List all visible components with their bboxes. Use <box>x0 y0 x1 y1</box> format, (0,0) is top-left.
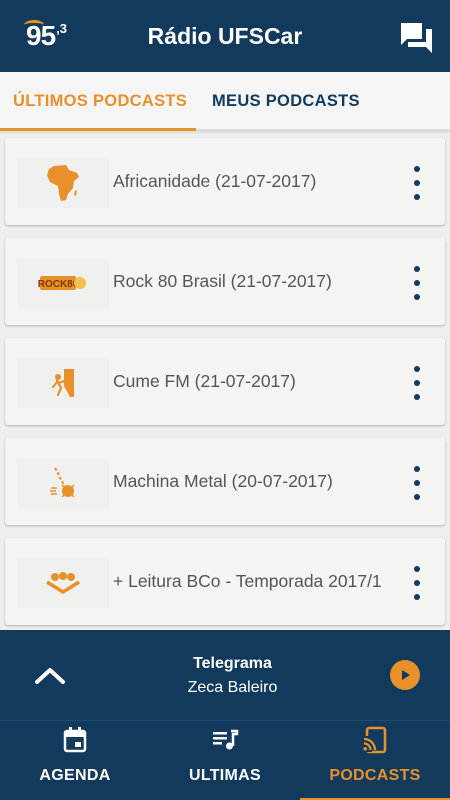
tab-latest-podcasts[interactable]: ÚLTIMOS PODCASTS <box>0 72 196 131</box>
more-options-button[interactable] <box>409 166 425 200</box>
app-bar: 95 ,3 Rádio UFSCar <box>0 0 450 72</box>
readers-group-icon <box>46 572 80 594</box>
dot <box>414 294 420 300</box>
podcast-title: Cume FM (21-07-2017) <box>113 371 296 391</box>
podcast-thumbnail <box>17 158 109 208</box>
podcast-title: Rock 80 Brasil (21-07-2017) <box>113 271 332 291</box>
podcast-title: Africanidade (21-07-2017) <box>113 171 317 191</box>
podcast-thumbnail <box>17 558 109 608</box>
more-options-button[interactable] <box>409 466 425 500</box>
podcast-thumbnail <box>17 458 109 508</box>
more-options-button[interactable] <box>409 366 425 400</box>
nav-ultimas[interactable]: ULTIMAS <box>150 721 300 800</box>
expand-player-button[interactable] <box>30 660 70 690</box>
tab-my-podcasts[interactable]: MEUS PODCASTS <box>196 72 360 130</box>
dot <box>414 166 420 172</box>
dot <box>414 266 420 272</box>
play-button[interactable] <box>390 660 420 690</box>
podcast-title: Machina Metal (20-07-2017) <box>113 471 333 491</box>
podcast-card[interactable]: Machina Metal (20-07-2017) <box>5 438 445 525</box>
dot <box>414 180 420 186</box>
more-options-button[interactable] <box>409 266 425 300</box>
podcast-card[interactable]: + Leitura BCo - Temporada 2017/1 <box>5 538 445 625</box>
podcast-card[interactable]: ROCK80 Rock 80 Brasil (21-07-2017) <box>5 238 445 325</box>
podcast-thumbnail: ROCK80 <box>17 258 109 308</box>
logo-decimal: ,3 <box>56 21 67 36</box>
nav-podcasts[interactable]: PODCASTS <box>300 721 450 800</box>
chevron-up-icon <box>35 668 65 684</box>
calendar-icon <box>63 727 87 753</box>
nav-label: AGENDA <box>39 767 111 784</box>
rock80-logo-icon: ROCK80 <box>38 276 86 290</box>
more-options-button[interactable] <box>409 566 425 600</box>
now-playing-title: Telegrama <box>193 655 272 672</box>
app-logo: 95 ,3 <box>24 20 67 50</box>
dot <box>414 580 420 586</box>
podcast-thumbnail <box>17 358 109 408</box>
dot <box>414 194 420 200</box>
app-title: Rádio UFSCar <box>147 22 303 49</box>
podcast-list[interactable]: Africanidade (21-07-2017) ROCK80 Rock 80… <box>0 131 450 630</box>
dot <box>414 566 420 572</box>
climber-icon <box>51 369 74 397</box>
dot <box>414 280 420 286</box>
dot <box>414 480 420 486</box>
play-icon <box>402 670 410 680</box>
logo-swirl <box>24 20 44 30</box>
tab-bar: ÚLTIMOS PODCASTS MEUS PODCASTS <box>0 72 450 131</box>
wrecking-ball-icon <box>50 467 75 498</box>
bottom-navigation: AGENDA ULTIMAS PODCASTS <box>0 720 450 800</box>
dot <box>414 494 420 500</box>
dot <box>414 394 420 400</box>
chat-button[interactable] <box>396 18 436 58</box>
svg-text:ROCK80: ROCK80 <box>38 279 79 290</box>
dot <box>414 380 420 386</box>
mini-player: Telegrama Zeca Baleiro <box>0 630 450 720</box>
podcast-title: + Leitura BCo - Temporada 2017/1 <box>113 571 382 591</box>
nav-label: ULTIMAS <box>188 767 261 784</box>
podcast-card[interactable]: Cume FM (21-07-2017) <box>5 338 445 425</box>
playlist-icon <box>213 729 239 750</box>
chat-bubbles-icon <box>400 23 432 53</box>
dot <box>414 466 420 472</box>
dot <box>414 366 420 372</box>
dot <box>414 594 420 600</box>
cast-icon <box>363 726 387 754</box>
podcast-card[interactable]: Africanidade (21-07-2017) <box>5 138 445 225</box>
nav-label: PODCASTS <box>329 767 421 784</box>
nav-agenda[interactable]: AGENDA <box>0 721 150 800</box>
now-playing-artist: Zeca Baleiro <box>187 679 278 696</box>
africa-map-icon <box>47 165 79 201</box>
